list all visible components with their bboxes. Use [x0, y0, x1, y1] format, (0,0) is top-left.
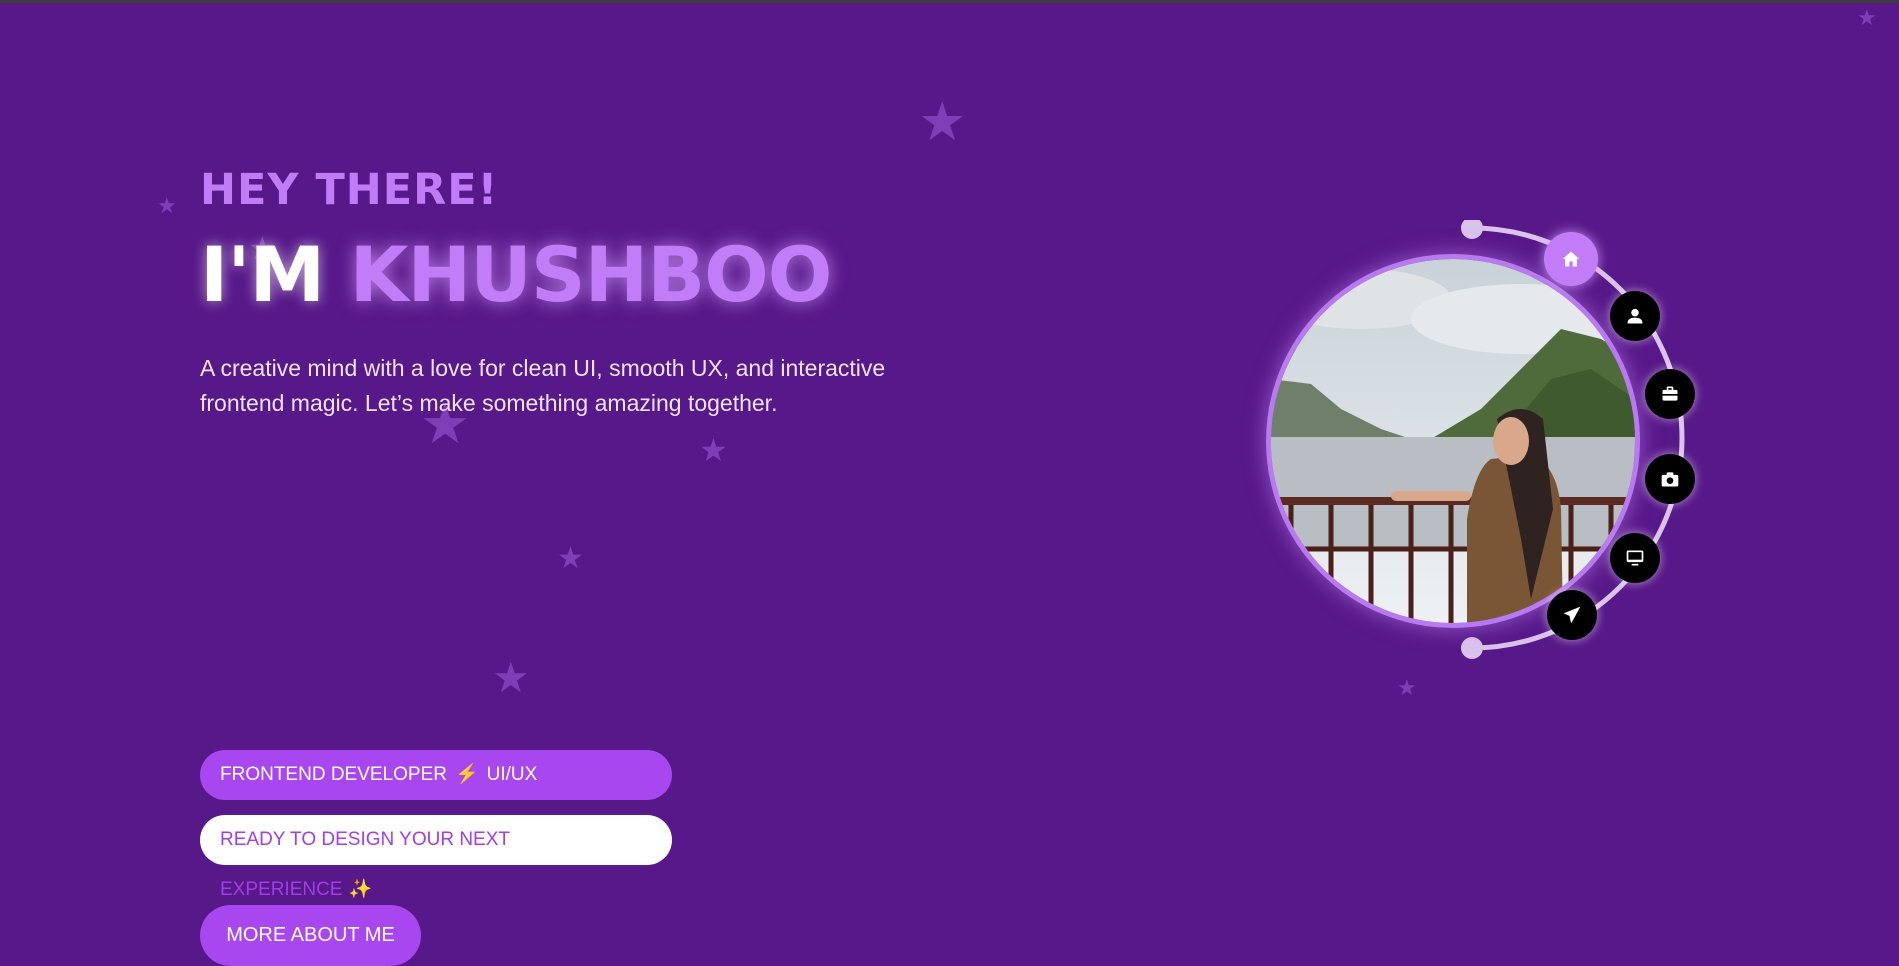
name-prefix: I'M [200, 229, 325, 319]
monitor-icon [1626, 550, 1644, 566]
role-badge: FRONTEND DEVELOPER⚡UI/UX ENTHUSIAST [200, 749, 672, 835]
star-icon: ★ [557, 541, 584, 576]
ready-badge: READY TO DESIGN YOUR NEXT EXPERIENCE ✨ [200, 814, 672, 900]
sparkles-icon: ✨ [348, 878, 373, 900]
lightning-icon: ⚡ [454, 763, 479, 785]
name-highlight: KHUSHBOO [349, 229, 833, 319]
star-icon: ★ [699, 431, 728, 469]
user-icon [1627, 308, 1643, 324]
star-icon: ★ [157, 194, 177, 219]
star-icon: ★ [1397, 676, 1417, 701]
nav-experience-button[interactable] [1645, 369, 1695, 419]
star-icon: ★ [492, 653, 530, 702]
camera-icon [1661, 472, 1679, 487]
briefcase-icon [1662, 386, 1678, 401]
more-about-me-button[interactable]: MORE ABOUT ME [200, 904, 421, 966]
role-left-label: FRONTEND DEVELOPER [220, 763, 447, 785]
profile-photo [1266, 254, 1640, 628]
nav-home-button[interactable] [1544, 232, 1598, 286]
hero-name: I'M KHUSHBOO [200, 236, 900, 313]
nav-gallery-button[interactable] [1645, 454, 1695, 504]
nav-projects-button[interactable] [1610, 533, 1660, 583]
home-icon [1562, 251, 1580, 267]
top-border [0, 0, 1899, 3]
send-icon [1563, 606, 1581, 624]
hero-intro: HEY THERE! I'M KHUSHBOO A creative mind … [200, 165, 900, 966]
hero-bio: A creative mind with a love for clean UI… [200, 354, 886, 416]
nav-contact-button[interactable] [1547, 590, 1597, 640]
star-icon: ★ [918, 90, 967, 153]
star-icon: ★ [1857, 6, 1877, 31]
hero-greeting: HEY THERE! [200, 165, 499, 215]
nav-about-button[interactable] [1610, 291, 1660, 341]
